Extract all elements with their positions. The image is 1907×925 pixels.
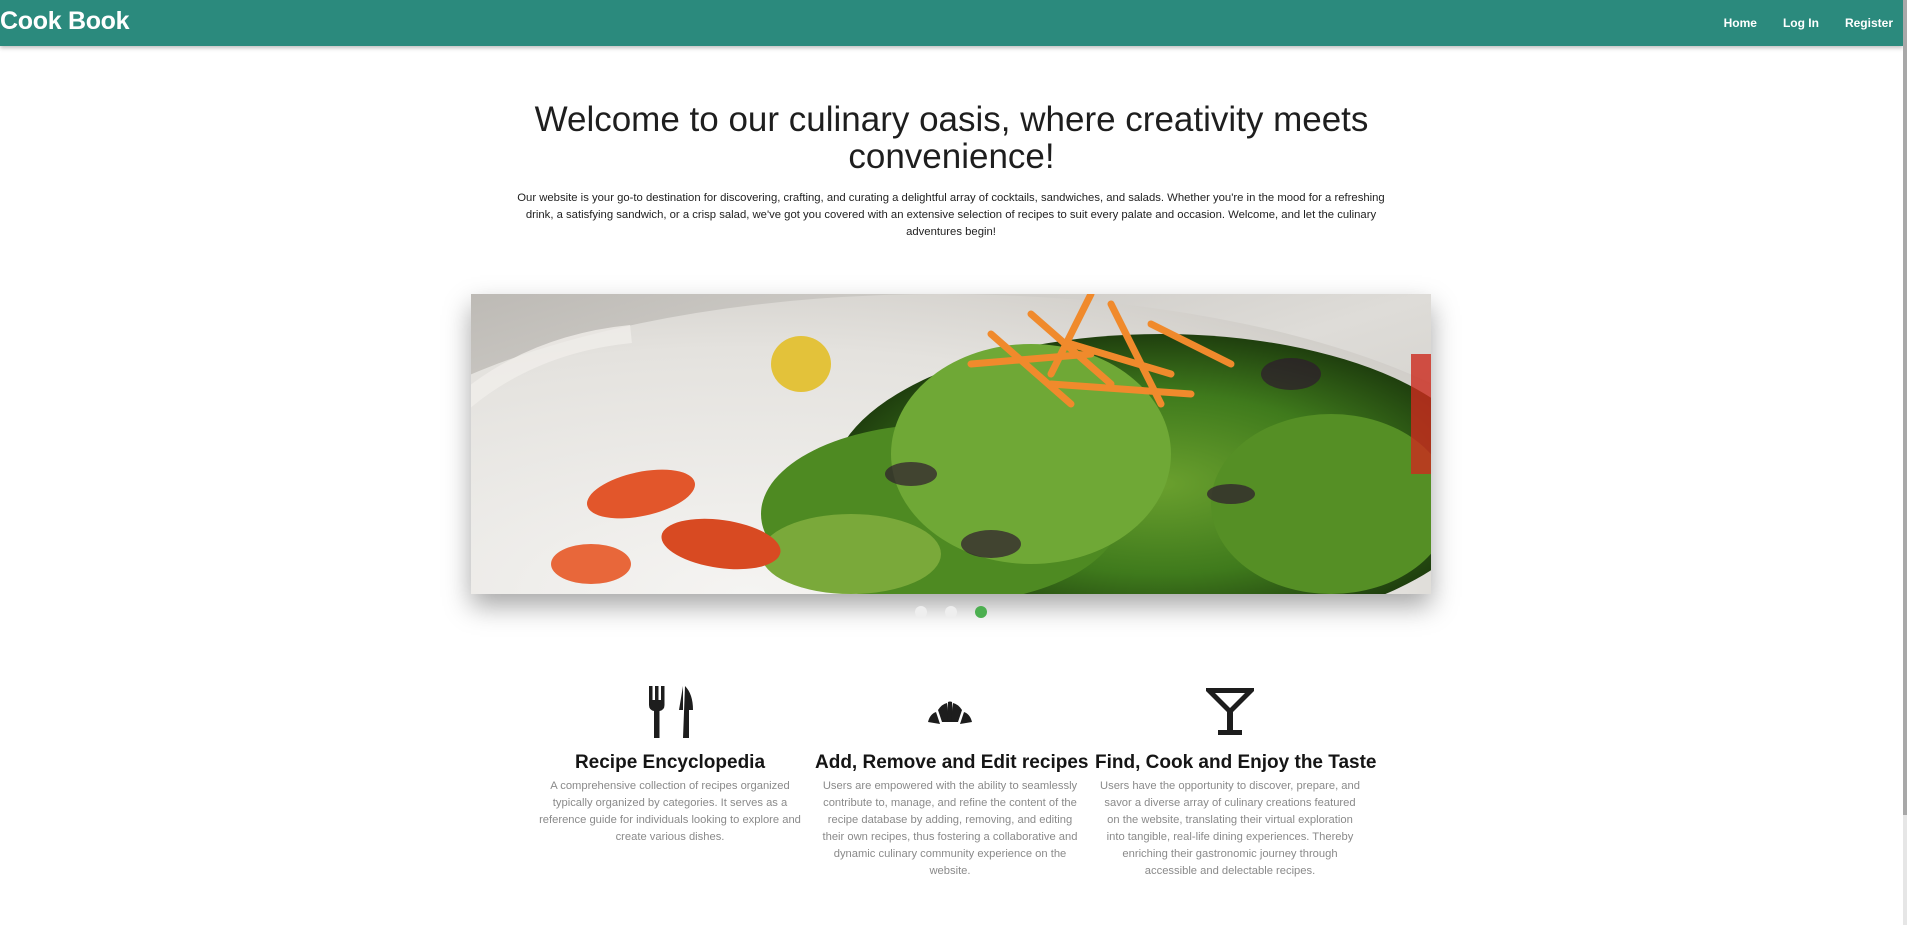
nav-login-link[interactable]: Log In [1783, 16, 1819, 30]
scrollbar-thumb[interactable] [1903, 0, 1907, 815]
page-scrollbar[interactable] [1903, 0, 1907, 925]
feature-title: Recipe Encyclopedia [574, 752, 766, 773]
feature-add-remove-edit: Add, Remove and Edit recipes Users are e… [815, 686, 1088, 877]
feature-title: Find, Cook and Enjoy the Taste [1095, 752, 1377, 773]
salad-image [471, 294, 1431, 594]
carousel-dot-3-active[interactable] [975, 606, 987, 618]
feature-find-cook-enjoy: Find, Cook and Enjoy the Taste Users hav… [1095, 686, 1377, 877]
feature-title: Add, Remove and Edit recipes [815, 752, 1089, 773]
feature-description: A comprehensive collection of recipes or… [539, 780, 801, 843]
hero-title: Welcome to our culinary oasis, where cre… [534, 100, 1369, 176]
cutlery-icon [649, 686, 693, 738]
feature-description: Users are empowered with the ability to … [822, 780, 1078, 877]
nav-links: Home Log In Register [1698, 0, 1893, 46]
nav-home-link[interactable]: Home [1724, 16, 1757, 30]
carousel-dot-2[interactable] [945, 606, 957, 618]
croissant-icon [928, 701, 972, 724]
nav-register-link[interactable]: Register [1845, 16, 1893, 30]
hero-description: Our website is your go-to destination fo… [517, 192, 1385, 238]
feature-description: Users have the opportunity to discover, … [1100, 780, 1360, 877]
feature-recipe-encyclopedia: Recipe Encyclopedia A comprehensive coll… [535, 686, 805, 843]
top-navbar: Cook Book Home Log In Register [0, 0, 1903, 46]
carousel-dot-1[interactable] [915, 606, 927, 618]
cocktail-icon [1206, 688, 1254, 735]
brand-logo-link[interactable]: Cook Book [0, 7, 130, 36]
carousel-indicators [0, 606, 1903, 620]
image-carousel[interactable] [471, 294, 1431, 594]
